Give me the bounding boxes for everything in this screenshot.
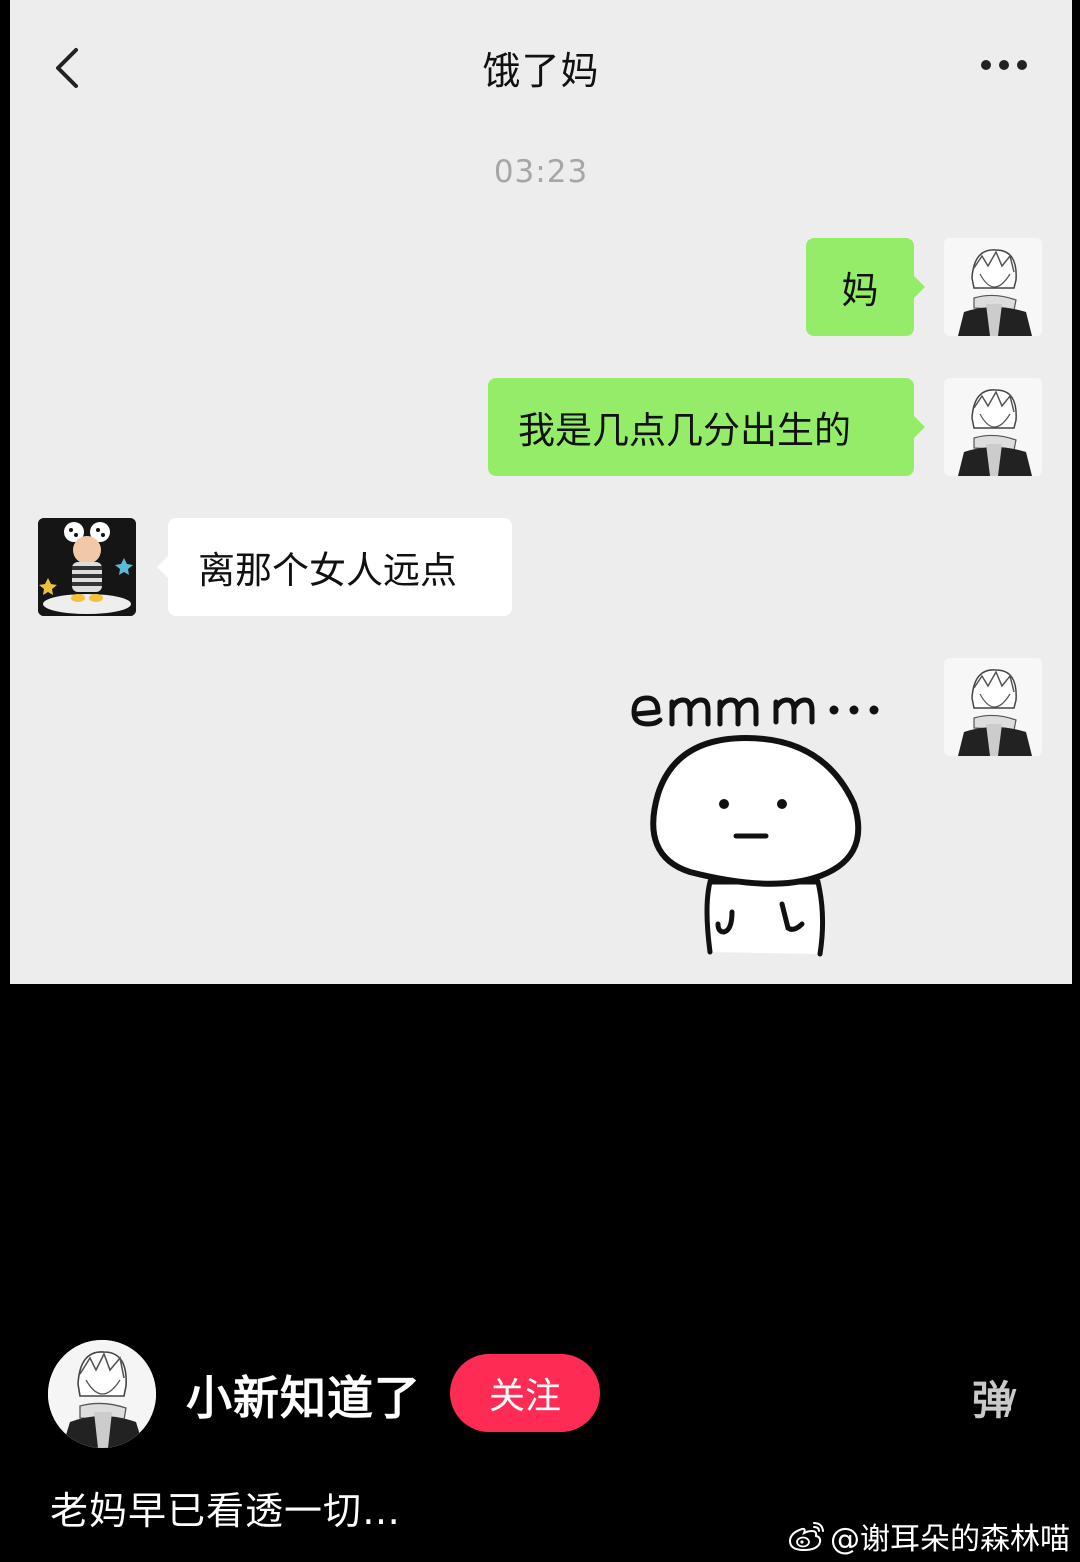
self-avatar[interactable] — [944, 238, 1042, 336]
sticker-message[interactable] — [628, 676, 918, 976]
author-avatar[interactable] — [48, 1340, 156, 1448]
contact-avatar[interactable] — [38, 518, 136, 616]
received-message-bubble[interactable]: 离那个女人远点 — [157, 518, 512, 616]
message-text: 我是几点几分出生的 — [518, 409, 851, 452]
self-avatar[interactable] — [944, 378, 1042, 476]
sent-message-bubble[interactable]: 妈 — [806, 238, 925, 336]
chat-screenshot: 饿了妈 03:23 妈 我是几点几分出生的 离那个女人远点 — [10, 0, 1072, 984]
follow-button[interactable]: 关注 — [450, 1354, 600, 1432]
anime-boy-avatar-icon — [48, 1340, 156, 1448]
more-icon[interactable] — [978, 50, 1034, 80]
danmaku-off-slash-icon: / — [1004, 1383, 1017, 1423]
anime-boy-avatar-icon — [944, 378, 1042, 476]
message-text: 妈 — [841, 269, 879, 312]
chat-title: 饿了妈 — [482, 49, 600, 93]
watermark: @谢耳朵的森林喵 — [786, 1516, 1070, 1557]
self-avatar[interactable] — [944, 658, 1042, 756]
anime-boy-avatar-icon — [944, 658, 1042, 756]
message-text: 离那个女人远点 — [198, 549, 457, 592]
danmaku-toggle-button[interactable]: 弹/ — [972, 1368, 1016, 1426]
emmm-sticker-icon — [631, 695, 879, 957]
message-timestamp: 03:23 — [493, 154, 589, 190]
sent-message-bubble[interactable]: 我是几点几分出生的 — [488, 378, 925, 476]
weibo-icon — [788, 1522, 824, 1552]
author-name[interactable]: 小新知道了 — [186, 1362, 421, 1428]
anime-boy-avatar-icon — [944, 238, 1042, 336]
video-caption: 老妈早已看透一切… — [50, 1489, 402, 1533]
baby-avatar-icon — [38, 518, 136, 616]
watermark-text: @谢耳朵的森林喵 — [830, 1522, 1070, 1557]
